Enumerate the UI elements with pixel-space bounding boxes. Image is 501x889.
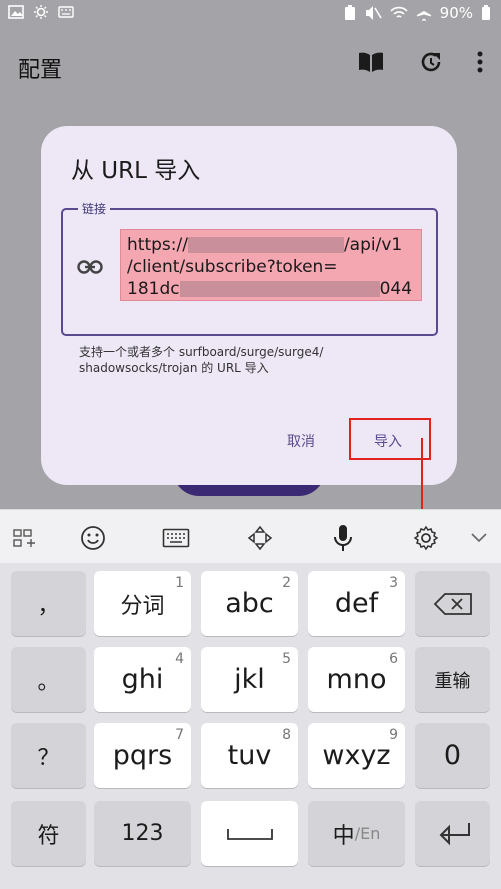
key-enter[interactable] [415, 801, 490, 866]
battery-percent: 90% [439, 4, 473, 22]
key-label: 中 [332, 823, 355, 849]
key-label: 0 [443, 740, 462, 771]
key-label: abc [225, 588, 274, 619]
key-label: jkl [234, 664, 265, 695]
emoji-icon[interactable] [79, 524, 107, 552]
key-label: def [334, 588, 379, 619]
key-label: 分词 [120, 593, 165, 619]
url-line1-prefix: https:// [127, 235, 188, 255]
enter-icon [439, 822, 470, 845]
url-input-value[interactable]: https:// /api/v1 /client/subscribe?token=… [127, 234, 417, 300]
key-hint: 4 [175, 651, 184, 667]
key-fenci[interactable]: 1 分词 [94, 571, 191, 636]
brightness-icon [32, 5, 50, 19]
key-label: ghi [121, 664, 164, 695]
url-field-label: 链接 [78, 200, 111, 217]
key-label: wxyz [322, 740, 391, 771]
dialog-title: 从 URL 导入 [71, 158, 201, 184]
key-label: tuv [227, 740, 272, 771]
page-title: 配置 [18, 58, 63, 83]
key-mno[interactable]: 6 mno [308, 647, 405, 712]
battery-saver-icon [344, 5, 356, 21]
url-line2: /client/subscribe?token= [127, 257, 338, 277]
key-def[interactable]: 3 def [308, 571, 405, 636]
book-icon[interactable] [357, 50, 385, 74]
key-label: 重输 [434, 670, 471, 692]
key-label: 。 [37, 669, 60, 695]
key-hint: 3 [389, 575, 398, 591]
keyboard-toolbar [0, 509, 501, 564]
key-symbols[interactable]: 符 [11, 801, 86, 866]
layout-grid-icon[interactable] [11, 524, 39, 552]
key-period[interactable]: 。 [11, 647, 86, 712]
key-language-switch[interactable]: 中/En [308, 801, 405, 866]
key-pqrs[interactable]: 7 pqrs [94, 723, 191, 788]
key-hint: 2 [282, 575, 291, 591]
battery-icon [481, 5, 491, 21]
redacted-token [179, 281, 380, 297]
link-icon [77, 260, 103, 274]
import-button[interactable]: 导入 [374, 431, 402, 451]
key-hint: 7 [175, 727, 184, 743]
key-delete[interactable] [415, 571, 490, 636]
key-ghi[interactable]: 4 ghi [94, 647, 191, 712]
key-reset[interactable]: 重输 [415, 647, 490, 712]
url-line3-suffix: 044 [379, 279, 413, 299]
key-jkl[interactable]: 5 jkl [201, 647, 298, 712]
settings-gear-icon[interactable] [412, 524, 440, 552]
key-hint: 9 [389, 727, 398, 743]
refresh-icon[interactable] [419, 50, 443, 74]
key-label: mno [326, 664, 387, 695]
key-tuv[interactable]: 8 tuv [201, 723, 298, 788]
key-label: ， [37, 593, 60, 619]
helper-text: 支持一个或者多个 surfboard/surge/surge4/ shadows… [79, 345, 324, 375]
backspace-icon [433, 592, 472, 615]
key-wxyz[interactable]: 9 wxyz [308, 723, 405, 788]
key-label: 符 [37, 823, 60, 849]
space-bar-icon [226, 828, 273, 840]
key-label: 123 [121, 821, 164, 846]
key-zero[interactable]: 0 [415, 723, 490, 788]
gallery-icon [8, 5, 24, 19]
cursor-move-icon[interactable] [246, 524, 274, 552]
microphone-icon[interactable] [329, 524, 357, 552]
keyboard-icon[interactable] [162, 524, 190, 552]
url-field[interactable]: 链接 https:// /api/v1 /client/subscribe?tok… [61, 200, 438, 336]
wifi-icon [390, 6, 408, 20]
url-line3-prefix: 181dc [127, 279, 180, 299]
cancel-button[interactable]: 取消 [287, 431, 315, 451]
mute-icon [364, 5, 382, 21]
key-label: pqrs [112, 740, 173, 771]
collapse-chevron-icon[interactable] [465, 524, 493, 552]
appbar-actions [357, 50, 483, 74]
key-space[interactable] [201, 801, 298, 866]
status-left [8, 5, 74, 19]
redacted-host [187, 237, 344, 253]
key-hint: 6 [389, 651, 398, 667]
key-hint: 1 [175, 575, 184, 591]
key-hint: 5 [282, 651, 291, 667]
key-hint: 8 [282, 727, 291, 743]
import-url-dialog: 从 URL 导入 链接 https:// /api/v1 /client/subs… [41, 126, 457, 531]
key-comma[interactable]: ， [11, 571, 86, 636]
keyboard: ， 1 分词 2 abc 3 def 。 4 ghi 5 jkl 6 mno 重输 ？ 7p… [0, 563, 501, 889]
airplane-icon [416, 5, 432, 21]
key-question[interactable]: ？ [11, 723, 86, 788]
app-bar: 配置 [0, 28, 501, 106]
key-abc[interactable]: 2 abc [201, 571, 298, 636]
url-input-highlight[interactable]: https:// /api/v1 /client/subscribe?token=… [120, 229, 422, 301]
keyboard-status-icon [58, 6, 74, 18]
key-sub-label: /En [354, 824, 381, 843]
url-line1-suffix: /api/v1 [343, 235, 403, 255]
more-options-icon[interactable] [477, 51, 483, 73]
status-bar: 90% [0, 0, 501, 28]
key-label: ？ [37, 745, 60, 771]
status-right: 90% [344, 4, 491, 22]
key-123[interactable]: 123 [94, 801, 191, 866]
